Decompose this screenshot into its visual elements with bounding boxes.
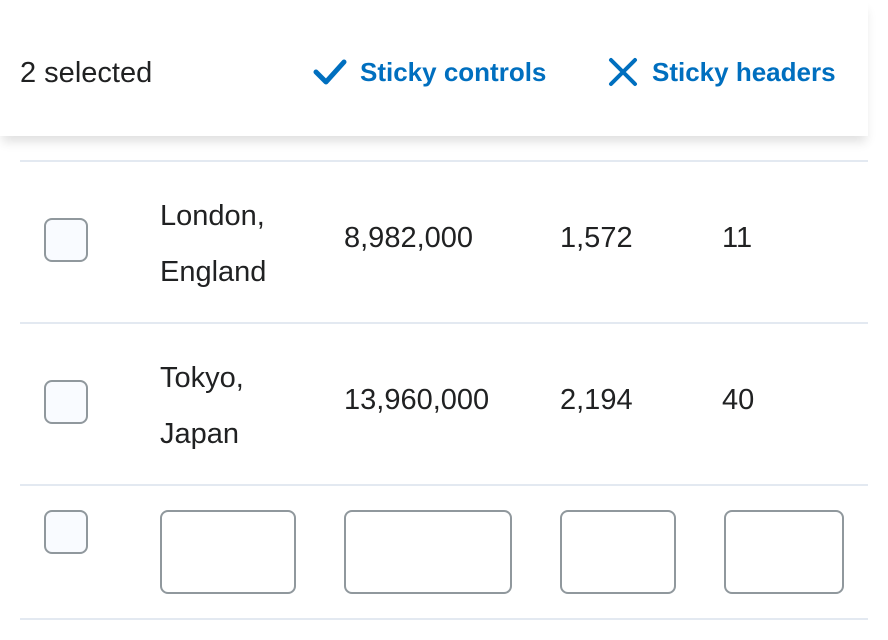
sticky-controls-label: Sticky controls bbox=[360, 56, 547, 87]
population-cell: 13,960,000 bbox=[344, 384, 490, 416]
population-cell: 8,982,000 bbox=[344, 222, 474, 254]
table-row: London, England 8,982,000 1,572 11 bbox=[20, 162, 868, 324]
area-input[interactable] bbox=[560, 510, 676, 594]
check-icon bbox=[313, 59, 347, 85]
selected-count: 2 selected bbox=[20, 57, 153, 89]
sticky-controls-bar: 2 selected Sticky controls Sticky header… bbox=[0, 0, 868, 136]
new-entry-row bbox=[20, 486, 868, 620]
area-cell: 2,194 bbox=[560, 384, 633, 416]
row-checkbox[interactable] bbox=[44, 218, 88, 262]
elevation-cell: 40 bbox=[722, 384, 755, 416]
city-cell: Tokyo, Japan bbox=[160, 362, 244, 450]
sticky-controls-toggle[interactable]: Sticky controls bbox=[312, 52, 546, 92]
elevation-cell: 11 bbox=[722, 222, 753, 254]
row-checkbox[interactable] bbox=[44, 510, 88, 554]
area-cell: 1,572 bbox=[560, 222, 633, 254]
close-icon bbox=[609, 58, 637, 86]
population-input[interactable] bbox=[344, 510, 512, 594]
sticky-headers-label: Sticky headers bbox=[652, 56, 836, 87]
elevation-input[interactable] bbox=[724, 510, 844, 594]
city-cell: London, England bbox=[160, 200, 267, 288]
row-checkbox[interactable] bbox=[44, 380, 88, 424]
table-row: Tokyo, Japan 13,960,000 2,194 40 bbox=[20, 324, 868, 486]
city-input[interactable] bbox=[160, 510, 296, 594]
sticky-headers-toggle[interactable]: Sticky headers bbox=[606, 52, 836, 92]
